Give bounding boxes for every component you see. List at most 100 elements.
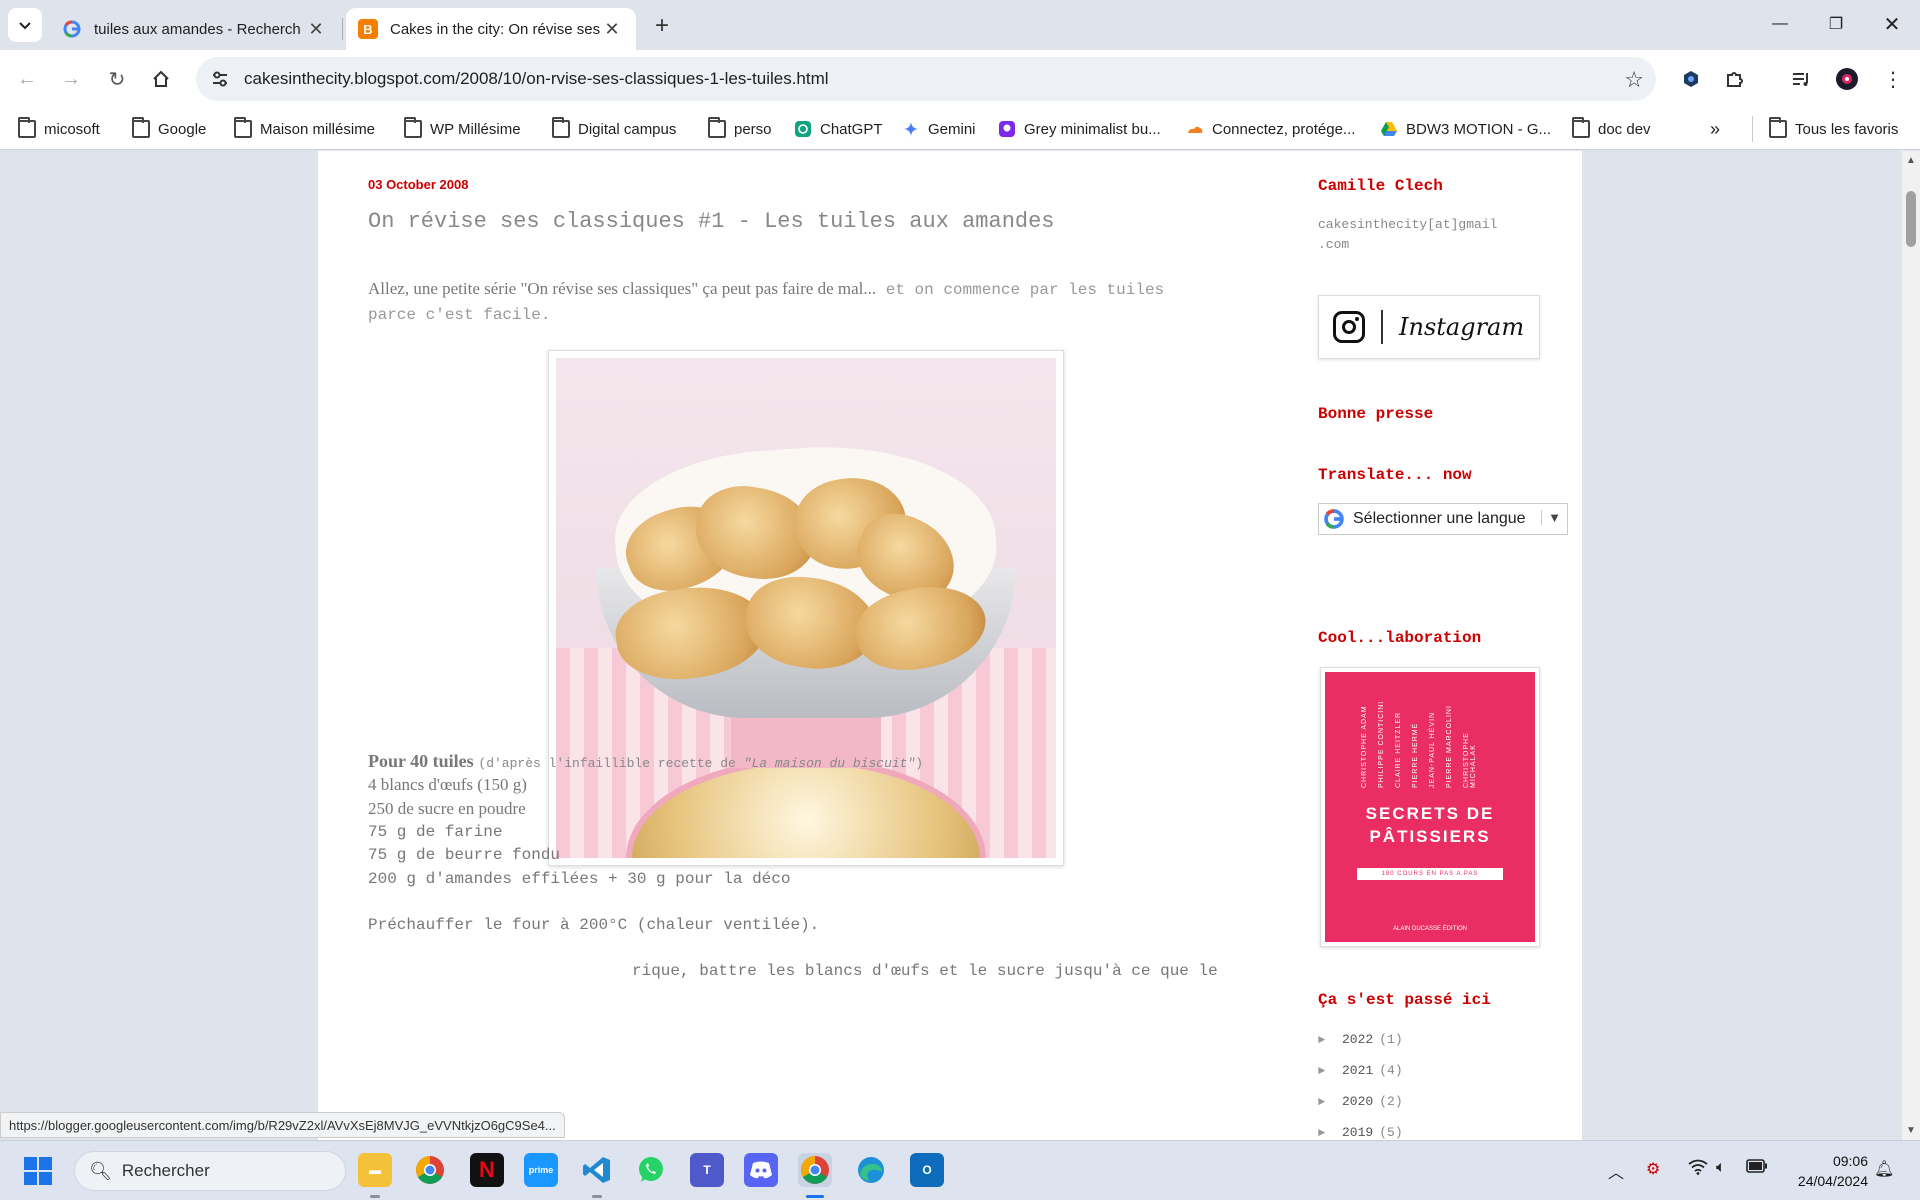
bookmark-perso[interactable]: perso xyxy=(708,116,772,142)
file-explorer-icon[interactable]: ▬ xyxy=(358,1153,392,1187)
post-photo-link[interactable] xyxy=(548,350,1064,866)
forward-button[interactable]: → xyxy=(54,62,88,96)
recipe-step: Préchauffer le four à 200°C (chaleur ven… xyxy=(368,916,820,934)
archive-count: (4) xyxy=(1379,1063,1403,1078)
scroll-down-arrow-icon[interactable]: ▼ xyxy=(1906,1125,1916,1136)
expand-triangle-icon[interactable]: ► xyxy=(1318,1126,1332,1140)
extensions-puzzle-icon[interactable] xyxy=(1718,62,1752,96)
book-band: 180 COURS EN PAS A PAS xyxy=(1357,868,1503,880)
archive-count: (5) xyxy=(1379,1125,1403,1140)
site-info-icon[interactable] xyxy=(202,61,238,97)
bookmark-cloudflare[interactable]: Connectez, protége... xyxy=(1186,116,1355,142)
profile-avatar[interactable] xyxy=(1830,62,1864,96)
intro-text-mono-2: parce c'est facile. xyxy=(368,306,551,324)
archive-year[interactable]: 2022 xyxy=(1342,1032,1373,1047)
tab-google-search[interactable]: tuiles aux amandes - Recherch ✕ xyxy=(50,8,340,50)
archive-year[interactable]: 2020 xyxy=(1342,1094,1373,1109)
bookmark-bdw3-motion[interactable]: BDW3 MOTION - G... xyxy=(1380,116,1551,142)
instagram-link[interactable]: Instagram xyxy=(1318,295,1540,359)
folder-icon xyxy=(1572,117,1590,138)
edge-icon[interactable] xyxy=(854,1153,888,1187)
bookmark-digital-campus[interactable]: Digital campus xyxy=(552,116,676,142)
bookmark-micosoft[interactable]: micosoft xyxy=(18,116,100,142)
close-window-button[interactable]: ✕ xyxy=(1864,0,1920,48)
tray-app-icon[interactable]: ⚙ xyxy=(1646,1159,1660,1179)
bookmark-gemini[interactable]: Gemini xyxy=(902,116,976,142)
archive-item-2021[interactable]: ► 2021 (4) xyxy=(1318,1063,1403,1078)
bookmark-star-icon[interactable]: ☆ xyxy=(1624,67,1644,93)
tab-separator xyxy=(342,18,343,40)
bookmark-google[interactable]: Google xyxy=(132,116,206,142)
language-select[interactable]: Sélectionner une langue ▼ xyxy=(1318,503,1568,535)
bookmark-maison-millesime[interactable]: Maison millésime xyxy=(234,116,375,142)
wifi-icon[interactable] xyxy=(1688,1159,1708,1180)
archive-year[interactable]: 2021 xyxy=(1342,1063,1373,1078)
discord-icon[interactable] xyxy=(744,1153,778,1187)
expand-triangle-icon[interactable]: ► xyxy=(1318,1033,1332,1047)
bookmark-label: WP Millésime xyxy=(430,120,521,138)
chrome-icon[interactable] xyxy=(413,1153,447,1187)
taskbar-search[interactable]: 🔍︎ Rechercher xyxy=(74,1151,346,1191)
archive-item-2022[interactable]: ► 2022 (1) xyxy=(1318,1032,1403,1047)
post-title[interactable]: On révise ses classiques #1 - Les tuiles… xyxy=(368,209,1055,234)
media-controls-icon[interactable] xyxy=(1784,62,1818,96)
extension-shield-icon[interactable] xyxy=(1674,62,1708,96)
book-cover-link[interactable]: CHRISTOPHE ADAM PHILIPPE CONTICINI CLAIR… xyxy=(1320,667,1540,947)
archive-year[interactable]: 2019 xyxy=(1342,1125,1373,1140)
notification-bell-icon[interactable]: 🔔︎ xyxy=(1874,1159,1894,1179)
bookmark-label: doc dev xyxy=(1598,120,1651,138)
close-icon[interactable]: ✕ xyxy=(304,17,328,41)
more-bookmarks-chevron-icon[interactable]: » xyxy=(1710,116,1720,142)
expand-triangle-icon[interactable]: ► xyxy=(1318,1064,1332,1078)
netflix-icon[interactable]: N xyxy=(470,1153,504,1187)
bookmark-grey-minimalist[interactable]: Grey minimalist bu... xyxy=(998,116,1161,142)
archive-item-2019[interactable]: ► 2019 (5) xyxy=(1318,1125,1403,1140)
folder-icon xyxy=(132,117,150,138)
page-viewport: 03 October 2008 On révise ses classiques… xyxy=(0,151,1902,1140)
teams-icon[interactable]: T xyxy=(690,1153,724,1187)
taskbar-clock[interactable]: 09:06 24/04/2024 xyxy=(1798,1151,1868,1191)
email-line: .com xyxy=(1318,237,1350,252)
vscode-icon[interactable] xyxy=(580,1153,614,1187)
address-bar[interactable]: cakesinthecity.blogspot.com/2008/10/on-r… xyxy=(196,57,1656,101)
prime-video-icon[interactable]: prime xyxy=(524,1153,558,1187)
home-icon xyxy=(153,70,169,87)
chef-name: JEAN-PAUL HÉVIN xyxy=(1429,711,1436,788)
reload-button[interactable]: ↻ xyxy=(100,62,134,96)
bookmark-doc-dev[interactable]: doc dev xyxy=(1572,116,1651,142)
menu-kebab-icon[interactable]: ⋮ xyxy=(1876,62,1910,96)
chrome-active-icon[interactable] xyxy=(798,1153,832,1187)
minimize-button[interactable]: — xyxy=(1752,0,1808,48)
folder-icon xyxy=(404,117,422,138)
scrollbar-thumb[interactable] xyxy=(1906,191,1916,247)
battery-icon[interactable] xyxy=(1746,1159,1768,1178)
tab-strip: tuiles aux amandes - Recherch ✕ B Cakes … xyxy=(0,0,1920,50)
bookmark-label: perso xyxy=(734,120,772,138)
chef-name: CHRISTOPHE MICHALAK xyxy=(1463,732,1477,788)
windows-start-icon[interactable] xyxy=(24,1157,52,1185)
close-icon[interactable]: ✕ xyxy=(600,17,624,41)
bookmark-wp-millesime[interactable]: WP Millésime xyxy=(404,116,521,142)
whatsapp-icon[interactable] xyxy=(634,1153,668,1187)
all-bookmarks[interactable]: Tous les favoris xyxy=(1752,116,1898,142)
home-button[interactable] xyxy=(144,62,178,96)
tab-search-button[interactable] xyxy=(8,8,42,42)
outlook-icon[interactable]: O xyxy=(910,1153,944,1187)
book-title-line1: SECRETS DE xyxy=(1365,804,1495,823)
scroll-up-arrow-icon[interactable]: ▲ xyxy=(1906,155,1916,166)
bookmark-chatgpt[interactable]: ChatGPT xyxy=(794,116,883,142)
page-scrollbar[interactable]: ▲ ▼ xyxy=(1902,151,1920,1140)
book-publisher: ALAIN DUCASSE ÉDITION xyxy=(1392,926,1467,932)
cloudflare-icon xyxy=(1188,126,1203,133)
tab-cakes-in-the-city[interactable]: B Cakes in the city: On révise ses ✕ xyxy=(346,8,636,50)
bookmark-label: Tous les favoris xyxy=(1795,120,1899,138)
archive-item-2020[interactable]: ► 2020 (2) xyxy=(1318,1094,1403,1109)
volume-icon[interactable]: 🔈︎ xyxy=(1716,1159,1726,1177)
expand-triangle-icon[interactable]: ► xyxy=(1318,1095,1332,1109)
back-button[interactable]: ← xyxy=(10,62,44,96)
author-name: Camille Clech xyxy=(1318,177,1443,195)
recipe-source-prefix: (d'après l'infaillible recette de xyxy=(478,756,744,771)
restore-button[interactable]: ❐ xyxy=(1808,0,1864,48)
tray-overflow-chevron-icon[interactable]: ︿ xyxy=(1608,1159,1624,1183)
new-tab-button[interactable]: + xyxy=(648,12,676,40)
